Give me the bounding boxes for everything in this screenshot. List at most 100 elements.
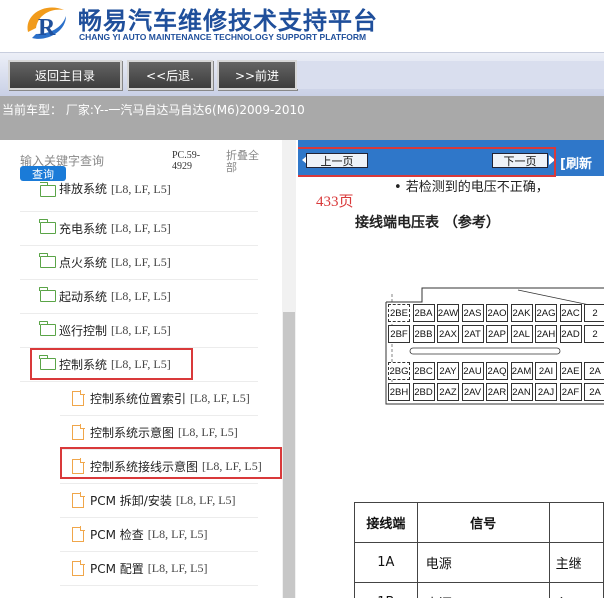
connector-pin: 2BA bbox=[412, 304, 435, 322]
connector-pin: 2AV bbox=[461, 383, 484, 401]
tree-item-pcm-inspection[interactable]: PCM 检查 [L8, LF, L5] bbox=[72, 517, 208, 551]
connector-pin: 2AN bbox=[510, 383, 533, 401]
connector-pin: 2AW bbox=[437, 304, 459, 322]
connector-pin: 2BB bbox=[412, 325, 435, 343]
connector-pin: 2BH bbox=[388, 383, 410, 401]
tree-item-suffix: [L8, LF, L5] bbox=[111, 322, 171, 337]
tree-item-pcm-removal[interactable]: PCM 拆卸/安装 [L8, LF, L5] bbox=[72, 483, 236, 517]
tree-item-label: 控制系统示意图 bbox=[90, 425, 175, 440]
divider bbox=[60, 585, 258, 586]
connector-pin: 2BE bbox=[388, 304, 410, 322]
app-window: R 畅易汽车维修技术支持平台 CHANG YI AUTO MAINTENANCE… bbox=[0, 0, 604, 598]
vehicle-bar: 当前车型： 厂家:Y--一汽马自达马自达6(M6)2009-2010 bbox=[0, 96, 604, 140]
connector-pin: 2AQ bbox=[486, 362, 508, 380]
connector-pin: 2A bbox=[584, 362, 604, 380]
column-header: 信号 bbox=[416, 502, 550, 543]
connector-pin: 2AC bbox=[559, 304, 582, 322]
tree-item-suffix: [L8, LF, L5] bbox=[111, 220, 171, 235]
tree-item-pcm-configuration[interactable]: PCM 配置 [L8, LF, L5] bbox=[72, 551, 208, 585]
tree-item-schematic[interactable]: 控制系统示意图 [L8, LF, L5] bbox=[72, 415, 238, 449]
connector-diagram: 2BE 2BA 2AW 2AS 2AO 2AK 2AG 2AC 2 2BF 2BB 2AX 2AT 2AP… bbox=[382, 280, 604, 410]
connector-pin: 2BF bbox=[388, 325, 410, 343]
connector-pin: 2AD bbox=[559, 325, 582, 343]
connector-pin: 2AE bbox=[559, 362, 582, 380]
table-header-row: 接线端 信号 bbox=[354, 502, 604, 543]
tree-item-label: 起动系统 bbox=[59, 289, 108, 304]
tree-item-label: PCM 拆卸/安装 bbox=[90, 493, 172, 508]
document-icon bbox=[72, 389, 85, 406]
connector-pin: 2AI bbox=[535, 362, 557, 380]
tree-item-suffix: [L8, LF, L5] bbox=[147, 526, 208, 541]
tree-item-suffix: [L8, LF, L5] bbox=[190, 390, 250, 405]
column-header: 接线端 bbox=[354, 502, 418, 543]
connector-pin: 2AT bbox=[461, 325, 484, 343]
column-header bbox=[548, 502, 604, 543]
document-viewer: 上一页 下一页 [刷新 • 若检测到的电压不正确， 433页 接线端电压表 （参… bbox=[298, 140, 604, 598]
swirl-logo: R bbox=[27, 7, 66, 41]
tree-item-charging[interactable]: 充电系统 [L8, LF, L5] bbox=[39, 211, 171, 245]
tree-item-starting[interactable]: 起动系统 [L8, LF, L5] bbox=[39, 279, 171, 313]
section-title: 接线端电压表 （参考） bbox=[355, 215, 500, 231]
connector-pin: 2AK bbox=[510, 304, 533, 322]
tree-item-label: 充电系统 bbox=[59, 221, 108, 236]
connector-pin: 2AL bbox=[510, 325, 533, 343]
connector-pin: 2AY bbox=[437, 362, 459, 380]
sidebar-tree: 输入关键字查询 查询 PC.59-4929 折叠全部 排放系统 [L8, LF,… bbox=[0, 140, 298, 598]
terminal-signal-table: 接线端 信号 1A 电源 主继 1B 电源 主 bbox=[354, 502, 604, 598]
tree-item-suffix: [L8, LF, L5] bbox=[175, 492, 236, 507]
app-subtitle: CHANG YI AUTO MAINTENANCE TECHNOLOGY SUP… bbox=[79, 32, 367, 42]
connector-pin: 2AH bbox=[535, 325, 557, 343]
svg-text:R: R bbox=[38, 15, 56, 41]
connector-pin: 2BC bbox=[412, 362, 435, 380]
refresh-link[interactable]: [刷新 bbox=[560, 153, 592, 172]
tree-item-label: 点火系统 bbox=[59, 255, 108, 270]
collapse-all-button[interactable]: 折叠全部 bbox=[226, 150, 266, 174]
tree-item-label: 巡行控制 bbox=[59, 323, 108, 338]
connector-pin: 2 bbox=[584, 304, 604, 322]
table-cell: 电源 bbox=[416, 542, 550, 583]
table-row: 1A 电源 主继 bbox=[354, 542, 604, 583]
current-vehicle-label: 当前车型： 厂家:Y--一汽马自达马自达6(M6)2009-2010 bbox=[2, 103, 305, 117]
bullet-text: • 若检测到的电压不正确， bbox=[394, 180, 549, 195]
tree-item-label: PCM 检查 bbox=[90, 527, 144, 542]
highlight-box bbox=[60, 447, 282, 479]
connector-pin: 2A bbox=[584, 383, 604, 401]
tree-item-location-index[interactable]: 控制系统位置索引 [L8, LF, L5] bbox=[72, 381, 250, 415]
app-title: 畅易汽车维修技术支持平台 bbox=[78, 7, 378, 35]
folder-icon bbox=[39, 287, 56, 302]
tree-item-suffix: [L8, LF, L5] bbox=[111, 254, 171, 269]
table-cell: 电源 bbox=[416, 582, 550, 598]
table-cell: 主继 bbox=[548, 542, 604, 583]
folder-icon bbox=[39, 253, 56, 268]
connector-pin: 2AU bbox=[461, 362, 484, 380]
highlight-box bbox=[30, 348, 193, 380]
back-button[interactable]: <<后退. bbox=[127, 60, 213, 90]
document-icon bbox=[72, 525, 85, 542]
connector-pin: 2BD bbox=[412, 383, 435, 401]
tree-item-cruise[interactable]: 巡行控制 [L8, LF, L5] bbox=[39, 313, 171, 347]
connector-pin: 2AX bbox=[437, 325, 459, 343]
tree-item-suffix: [L8, LF, L5] bbox=[111, 288, 171, 303]
tree-item-ignition[interactable]: 点火系统 [L8, LF, L5] bbox=[39, 245, 171, 279]
folder-icon bbox=[39, 321, 56, 336]
sidebar-scrollbar-thumb[interactable] bbox=[283, 312, 295, 598]
folder-icon bbox=[39, 219, 56, 234]
table-cell: 主 bbox=[548, 582, 604, 598]
home-button[interactable]: 返回主目录 bbox=[8, 60, 122, 90]
tree-item-emission[interactable]: 排放系统 [L8, LF, L5] bbox=[40, 177, 171, 197]
toolbar-spacer bbox=[297, 61, 604, 89]
connector-pin: 2AF bbox=[559, 383, 582, 401]
highlight-box bbox=[298, 147, 556, 177]
pc-code-label: PC.59-4929 bbox=[172, 150, 201, 172]
connector-pin: 2AG bbox=[535, 304, 557, 322]
connector-pin: 2AS bbox=[461, 304, 484, 322]
tree-item-suffix: [L8, LF, L5] bbox=[147, 560, 208, 575]
forward-button[interactable]: >>前进 bbox=[217, 60, 297, 90]
connector-pin: 2AR bbox=[486, 383, 508, 401]
tree-item-suffix: [L8, LF, L5] bbox=[111, 182, 171, 196]
toolbar: 返回主目录 <<后退. >>前进 bbox=[0, 52, 604, 96]
connector-pin: 2AJ bbox=[535, 383, 557, 401]
tree-item-label: 排放系统 bbox=[59, 182, 108, 196]
tree-item-label: PCM 配置 bbox=[90, 561, 144, 576]
table-cell: 1B bbox=[354, 582, 418, 598]
